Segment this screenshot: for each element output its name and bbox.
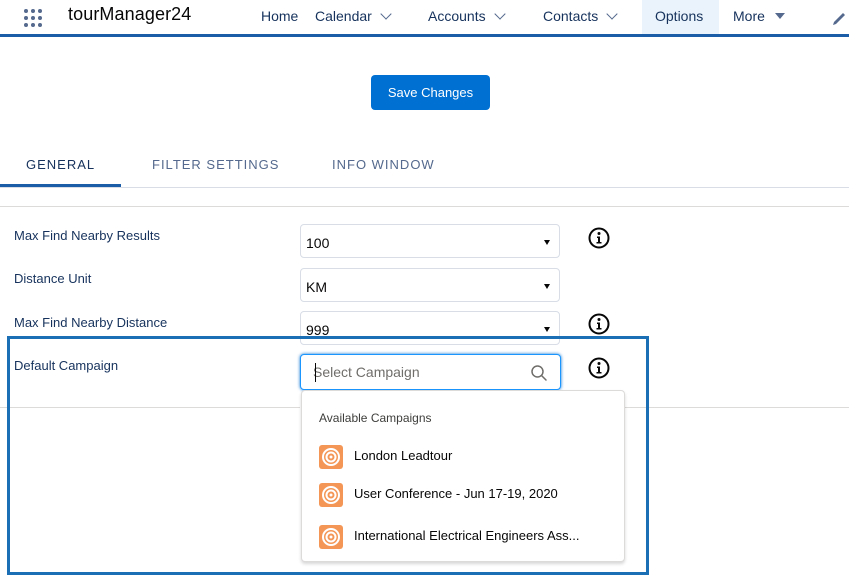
campaign-option[interactable]: User Conference - Jun 17-19, 2020 bbox=[302, 476, 624, 512]
select-value: 100 bbox=[306, 235, 330, 251]
global-nav-bar: tourManager24 Home Calendar Accounts Con… bbox=[0, 0, 849, 37]
select-value: KM bbox=[306, 279, 327, 295]
campaign-dropdown-list: Available Campaigns London Leadtour User… bbox=[301, 390, 625, 562]
chevron-down-icon[interactable] bbox=[493, 8, 506, 20]
campaign-option[interactable]: London Leadtour bbox=[302, 438, 624, 474]
tab-general[interactable]: GENERAL bbox=[26, 145, 95, 188]
campaign-option-label: London Leadtour bbox=[354, 448, 453, 463]
edit-nav-pencil-icon[interactable] bbox=[831, 8, 847, 26]
form-divider bbox=[625, 407, 849, 408]
select-arrow-icon bbox=[544, 240, 550, 245]
nav-item-label: Contacts bbox=[543, 8, 599, 24]
campaign-icon bbox=[319, 445, 343, 469]
max-distance-label: Max Find Nearby Distance bbox=[14, 315, 168, 330]
campaign-option-label: User Conference - Jun 17-19, 2020 bbox=[354, 486, 558, 501]
chevron-down-icon[interactable] bbox=[606, 8, 618, 20]
caret-down-icon bbox=[774, 13, 785, 19]
select-arrow-icon bbox=[544, 284, 550, 289]
nav-item-accounts[interactable]: Accounts bbox=[428, 0, 506, 34]
select-arrow-icon bbox=[544, 327, 550, 332]
nav-item-label: Calendar bbox=[315, 8, 372, 24]
chevron-down-icon[interactable] bbox=[380, 8, 392, 20]
nav-item-label: Options bbox=[655, 8, 704, 24]
tab-filter-settings[interactable]: FILTER SETTINGS bbox=[152, 145, 279, 188]
settings-tabs: GENERAL FILTER SETTINGS INFO WINDOW bbox=[0, 145, 849, 188]
dropdown-heading: Available Campaigns bbox=[319, 411, 432, 425]
info-icon[interactable] bbox=[588, 357, 610, 379]
campaign-icon bbox=[319, 483, 343, 507]
max-results-select[interactable]: 100 bbox=[300, 224, 560, 258]
distance-unit-label: Distance Unit bbox=[14, 271, 92, 286]
nav-item-options[interactable]: Options bbox=[642, 0, 719, 34]
app-name: tourManager24 bbox=[68, 4, 192, 24]
nav-item-label: More bbox=[733, 8, 765, 24]
form-divider bbox=[0, 407, 300, 408]
nav-item-calendar[interactable]: Calendar bbox=[315, 0, 392, 34]
campaign-option-label: International Electrical Engineers Ass..… bbox=[354, 528, 580, 543]
max-results-label: Max Find Nearby Results bbox=[14, 228, 160, 243]
section-divider bbox=[0, 206, 849, 207]
active-tab-indicator bbox=[0, 184, 121, 187]
select-value: 999 bbox=[306, 322, 330, 338]
info-icon[interactable] bbox=[588, 227, 610, 249]
nav-item-more[interactable]: More bbox=[733, 0, 785, 34]
nav-item-label: Home bbox=[261, 8, 299, 24]
nav-item-contacts[interactable]: Contacts bbox=[543, 0, 618, 34]
campaign-search-field[interactable] bbox=[300, 354, 561, 390]
nav-item-label: Accounts bbox=[428, 8, 486, 24]
nav-item-home[interactable]: Home bbox=[261, 0, 298, 34]
campaign-icon bbox=[319, 525, 343, 549]
save-changes-button[interactable]: Save Changes bbox=[371, 75, 490, 110]
campaign-option[interactable]: International Electrical Engineers Ass..… bbox=[302, 518, 624, 554]
text-cursor bbox=[315, 363, 316, 382]
tab-info-window[interactable]: INFO WINDOW bbox=[332, 145, 435, 188]
info-icon[interactable] bbox=[588, 313, 610, 335]
max-distance-select[interactable]: 999 bbox=[300, 311, 560, 345]
app-launcher-icon[interactable] bbox=[24, 9, 44, 29]
default-campaign-label: Default Campaign bbox=[14, 358, 119, 373]
search-icon bbox=[531, 365, 547, 381]
distance-unit-select[interactable]: KM bbox=[300, 268, 560, 302]
campaign-search-input[interactable] bbox=[313, 362, 523, 382]
